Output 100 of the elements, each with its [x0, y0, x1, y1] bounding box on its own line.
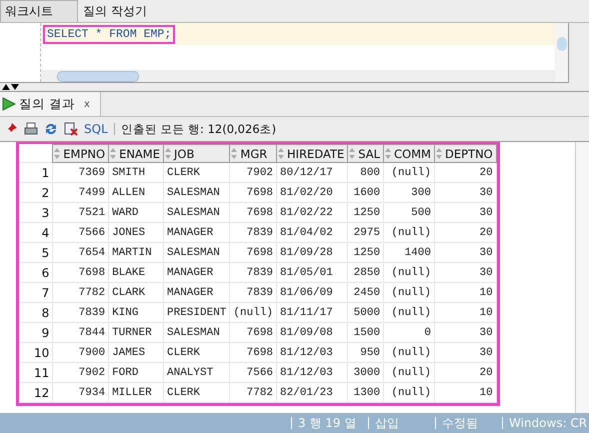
table-cell: TURNER [108, 322, 164, 342]
column-header[interactable]: JOB [164, 144, 230, 162]
table-cell: CLERK [164, 382, 230, 402]
table-cell: 81/02/20 [276, 182, 348, 202]
table-cell: 0 [384, 322, 434, 342]
column-header[interactable]: EMPNO [52, 144, 109, 162]
table-cell: WARD [108, 202, 164, 222]
table-cell: 7839 [230, 222, 277, 242]
column-header[interactable]: DEPTNO [434, 144, 496, 162]
table-cell: (null) [384, 262, 434, 282]
sql-link[interactable]: SQL [84, 122, 108, 136]
table-cell: 81/02/22 [276, 202, 348, 222]
table-cell: 7698 [230, 322, 277, 342]
table-cell: 81/04/02 [276, 222, 348, 242]
column-header[interactable]: HIREDATE [276, 144, 348, 162]
table-cell: 1400 [384, 242, 434, 262]
column-header[interactable]: ENAME [108, 144, 164, 162]
table-cell: MANAGER [164, 282, 230, 302]
worksheet-tab[interactable]: 워크시트 [0, 0, 78, 22]
table-cell: 7654 [52, 242, 109, 262]
row-number: 7 [20, 282, 53, 302]
table-cell: 5000 [348, 302, 384, 322]
table-cell: MANAGER [164, 262, 230, 282]
table-cell: 81/11/17 [276, 302, 348, 322]
row-number: 12 [20, 382, 53, 402]
row-number: 9 [20, 322, 53, 342]
table-cell: 10 [434, 302, 496, 322]
table-cell: 10 [434, 282, 496, 302]
table-cell: (null) [384, 302, 434, 322]
table-cell: MILLER [108, 382, 164, 402]
table-cell: (null) [384, 342, 434, 362]
table-cell: 300 [384, 182, 434, 202]
table-cell: 2450 [348, 282, 384, 302]
table-cell: 30 [434, 202, 496, 222]
table-cell: SALESMAN [164, 182, 230, 202]
query-result-tab[interactable]: 질의 결과 x [0, 92, 101, 116]
table-cell: SMITH [108, 162, 164, 182]
table-cell: 7782 [52, 282, 109, 302]
vertical-scrollbar[interactable] [575, 142, 589, 413]
table-cell: 7782 [230, 382, 277, 402]
table-cell: 81/06/09 [276, 282, 348, 302]
table-cell: CLARK [108, 282, 164, 302]
table-cell: (null) [384, 382, 434, 402]
status-item: 수정됨 [435, 417, 502, 429]
tab-label: 질의 결과 [19, 96, 75, 112]
table-cell: KING [108, 302, 164, 322]
table-cell: 2850 [348, 262, 384, 282]
collapse-arrows-icon[interactable] [2, 84, 20, 90]
column-header[interactable]: MGR [230, 144, 277, 162]
table-cell: 1500 [348, 322, 384, 342]
table-cell: 7698 [230, 242, 277, 262]
table-cell: 7839 [230, 282, 277, 302]
table-cell: 81/12/03 [276, 342, 348, 362]
table-cell: 800 [348, 162, 384, 182]
table-cell: (null) [384, 222, 434, 242]
table-cell: CLERK [164, 342, 230, 362]
column-header[interactable]: COMM [384, 144, 434, 162]
table-cell: 20 [434, 362, 496, 382]
table-cell: 7902 [52, 362, 109, 382]
table-cell: ALLEN [108, 182, 164, 202]
table-cell: 7499 [52, 182, 109, 202]
table-cell: 81/09/08 [276, 322, 348, 342]
column-header[interactable]: SAL [348, 144, 384, 162]
table-cell: 30 [434, 322, 496, 342]
fetch-status: 인출된 모든 행: 12(0,026초) [120, 122, 276, 136]
table-cell: BLAKE [108, 262, 164, 282]
table-cell: 7566 [52, 222, 109, 242]
close-icon[interactable]: x [84, 98, 90, 110]
table-cell: 80/12/17 [276, 162, 348, 182]
table-cell: 7521 [52, 202, 109, 222]
printer-icon[interactable] [24, 122, 38, 136]
refresh-icon[interactable] [44, 122, 58, 136]
table-cell: 7698 [230, 182, 277, 202]
table-cell: 82/01/23 [276, 382, 348, 402]
row-number: 2 [20, 182, 53, 202]
table-cell: MARTIN [108, 242, 164, 262]
worksheet-tab[interactable]: 질의 작성기 [78, 0, 172, 22]
delete-grid-icon[interactable] [64, 122, 78, 136]
row-number: 11 [20, 362, 53, 382]
horizontal-scrollbar[interactable] [41, 70, 555, 82]
table-cell: 950 [348, 342, 384, 362]
row-number: 3 [20, 202, 53, 222]
play-icon [2, 97, 16, 111]
table-cell: 30 [434, 182, 496, 202]
table-cell: (null) [384, 362, 434, 382]
table-cell: 1300 [348, 382, 384, 402]
status-item: Windows: CR [502, 417, 589, 429]
table-cell: 7839 [230, 262, 277, 282]
table-cell: 7900 [52, 342, 109, 362]
table-cell: 7566 [230, 362, 277, 382]
vertical-scrollbar[interactable] [555, 23, 568, 82]
row-number: 5 [20, 242, 53, 262]
row-number: 6 [20, 262, 53, 282]
table-cell: 1250 [348, 242, 384, 262]
table-cell: ANALYST [164, 362, 230, 382]
table-cell: CLERK [164, 162, 230, 182]
table-cell: 3000 [348, 362, 384, 382]
table-cell: 20 [434, 162, 496, 182]
table-cell: 7698 [230, 342, 277, 362]
table-cell: SALESMAN [164, 322, 230, 342]
